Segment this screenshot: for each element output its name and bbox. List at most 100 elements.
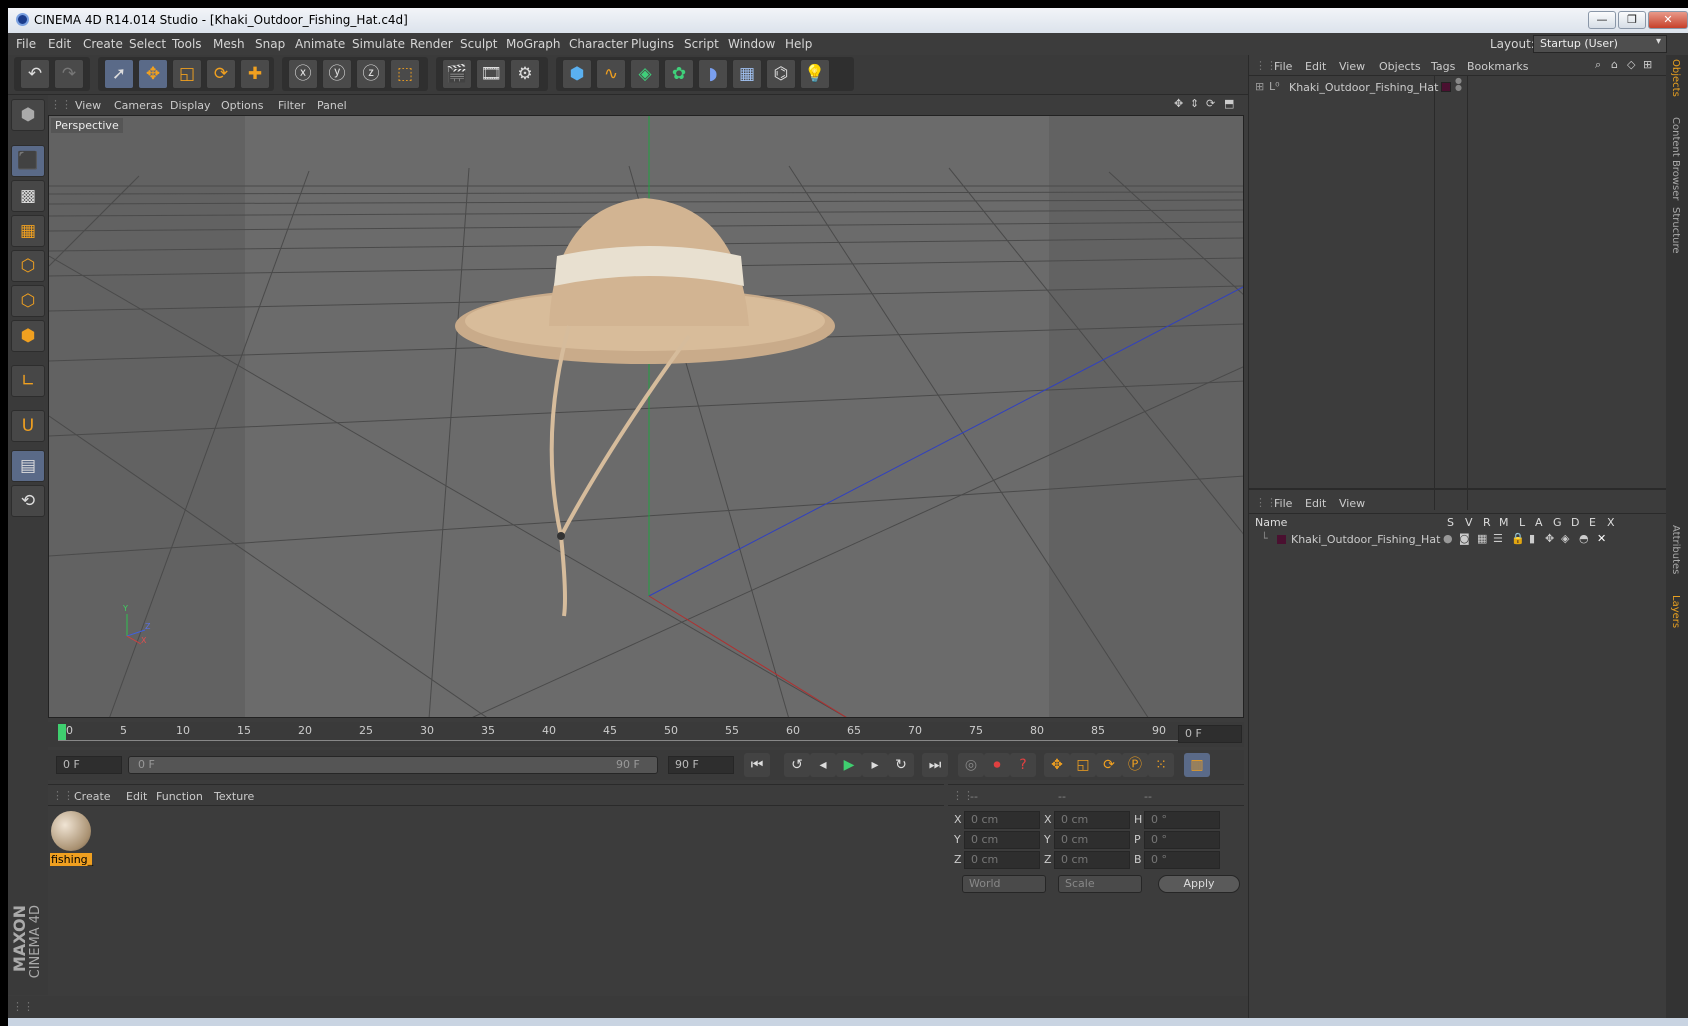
- tab-structure[interactable]: Structure: [1670, 207, 1681, 254]
- current-time-field[interactable]: 0 F: [56, 756, 122, 774]
- timeline-ruler[interactable]: 0 5 10 15 20 25 30 35 40 45 50 55 60 65 …: [48, 722, 1244, 747]
- snap-magnet-icon[interactable]: U: [11, 410, 45, 442]
- size-z-field[interactable]: 0 cm: [1054, 851, 1130, 869]
- generators-icon[interactable]: ✥: [1545, 532, 1554, 545]
- menu-help[interactable]: Help: [785, 37, 812, 51]
- material-menu-edit[interactable]: Edit: [126, 790, 147, 803]
- points-mode-icon[interactable]: ⬡: [11, 250, 45, 282]
- z-axis-lock-icon[interactable]: ⓩ: [356, 59, 386, 89]
- menu-tools[interactable]: Tools: [172, 37, 202, 51]
- minimize-button[interactable]: —: [1588, 11, 1616, 29]
- render-view-icon[interactable]: 🎬: [442, 59, 472, 89]
- animation-icon[interactable]: ▮: [1529, 532, 1535, 545]
- workplane-mode-icon[interactable]: ▦: [11, 215, 45, 247]
- model-mode-icon[interactable]: ⬛: [11, 145, 45, 177]
- edges-mode-icon[interactable]: ⬡: [11, 285, 45, 317]
- light-icon[interactable]: 💡: [800, 59, 830, 89]
- material-menu-create[interactable]: Create: [74, 790, 111, 803]
- layer-row[interactable]: └ Khaki_Outdoor_Fishing_Hat ● ◙ ▦ ☰ 🔒 ▮ …: [1253, 531, 1663, 549]
- add-icon[interactable]: ✚: [240, 59, 270, 89]
- tab-content-browser[interactable]: Content Browser: [1670, 117, 1681, 200]
- position-z-field[interactable]: 0 cm: [964, 851, 1040, 869]
- record-keys-disabled-icon[interactable]: ◎: [958, 753, 984, 777]
- layers-column-g[interactable]: G: [1553, 516, 1562, 529]
- apply-button[interactable]: Apply: [1158, 875, 1240, 893]
- timeline-window-icon[interactable]: ▥: [1184, 753, 1210, 777]
- viewport-menu-filter[interactable]: Filter: [278, 99, 305, 112]
- layers-column-m[interactable]: M: [1499, 516, 1509, 529]
- visible-editor-icon[interactable]: ◙: [1459, 532, 1470, 545]
- object-row[interactable]: ⊞ L⁰ Khaki_Outdoor_Fishing_Hat: [1253, 79, 1438, 97]
- rotation-h-field[interactable]: 0 °: [1144, 811, 1220, 829]
- layers-column-d[interactable]: D: [1571, 516, 1579, 529]
- texture-mode-icon[interactable]: ▩: [11, 180, 45, 212]
- objects-menu-file[interactable]: File: [1274, 60, 1292, 73]
- viewport-maximize-icon[interactable]: ⬒: [1224, 97, 1234, 110]
- layer-color-swatch[interactable]: [1441, 82, 1451, 92]
- menu-simulate[interactable]: Simulate: [352, 37, 405, 51]
- current-frame-field[interactable]: 0 F: [1178, 725, 1242, 743]
- play-icon[interactable]: ▶: [836, 753, 862, 777]
- objects-menu-objects[interactable]: Objects: [1379, 60, 1421, 73]
- home-icon[interactable]: ⌂: [1611, 58, 1618, 71]
- key-rotation-icon[interactable]: ⟳: [1096, 753, 1122, 777]
- rotate-icon[interactable]: ⟳: [206, 59, 236, 89]
- viewport-menu-display[interactable]: Display: [170, 99, 211, 112]
- scale-icon[interactable]: ◱: [172, 59, 202, 89]
- y-axis-lock-icon[interactable]: ⓨ: [322, 59, 352, 89]
- layers-menu-edit[interactable]: Edit: [1305, 497, 1326, 510]
- expressions-icon[interactable]: ◓: [1579, 532, 1589, 545]
- new-view-icon[interactable]: ⊞: [1643, 58, 1652, 71]
- tab-layers[interactable]: Layers: [1670, 595, 1681, 628]
- search-icon[interactable]: ⌕: [1595, 58, 1601, 72]
- previous-frame-icon[interactable]: ◂: [810, 753, 836, 777]
- viewport-rotate-icon[interactable]: ⟳: [1206, 97, 1215, 110]
- x-axis-lock-icon[interactable]: ⓧ: [288, 59, 318, 89]
- menu-select[interactable]: Select: [129, 37, 166, 51]
- polygons-mode-icon[interactable]: ⬢: [11, 320, 45, 352]
- position-x-field[interactable]: 0 cm: [964, 811, 1040, 829]
- deformer-icon[interactable]: ◗: [698, 59, 728, 89]
- layers-column-l[interactable]: L: [1519, 516, 1525, 529]
- tab-attributes[interactable]: Attributes: [1670, 525, 1681, 574]
- layers-column-v[interactable]: V: [1465, 516, 1473, 529]
- objects-menu-tags[interactable]: Tags: [1431, 60, 1455, 73]
- menu-animate[interactable]: Animate: [295, 37, 345, 51]
- menu-mograph[interactable]: MoGraph: [506, 37, 561, 51]
- close-button[interactable]: ✕: [1648, 11, 1688, 29]
- render-settings-icon[interactable]: ⚙: [510, 59, 540, 89]
- manager-icon[interactable]: ☰: [1493, 532, 1503, 545]
- locked-icon[interactable]: 🔒: [1511, 532, 1525, 545]
- select-arrow-icon[interactable]: ➚: [104, 59, 134, 89]
- key-pla-icon[interactable]: ⁙: [1148, 753, 1174, 777]
- rotation-b-field[interactable]: 0 °: [1144, 851, 1220, 869]
- tab-objects[interactable]: Objects: [1670, 59, 1681, 97]
- layers-menu-file[interactable]: File: [1274, 497, 1292, 510]
- planar-workplane-icon[interactable]: ⟲: [11, 485, 45, 517]
- coordinate-mode-select[interactable]: World: [962, 875, 1046, 893]
- viewport-menu-view[interactable]: View: [75, 99, 101, 112]
- go-to-start-icon[interactable]: ⏮: [744, 753, 770, 777]
- camera-icon[interactable]: ⌬: [766, 59, 796, 89]
- layer-color-swatch[interactable]: [1277, 535, 1286, 544]
- go-to-end-icon[interactable]: ⏭: [922, 753, 948, 777]
- menu-render[interactable]: Render: [410, 37, 453, 51]
- menu-edit[interactable]: Edit: [48, 37, 71, 51]
- menu-create[interactable]: Create: [83, 37, 123, 51]
- xref-icon[interactable]: ✕: [1597, 532, 1606, 545]
- next-frame-icon[interactable]: ▸: [862, 753, 888, 777]
- layout-select[interactable]: Startup (User): [1533, 35, 1667, 53]
- viewport-pan-icon[interactable]: ✥: [1174, 97, 1183, 110]
- autokey-icon[interactable]: ⏺: [984, 753, 1010, 777]
- layers-column-r[interactable]: R: [1483, 516, 1491, 529]
- layers-column-a[interactable]: A: [1535, 516, 1543, 529]
- maximize-button[interactable]: ❐: [1618, 11, 1646, 29]
- layers-column-e[interactable]: E: [1589, 516, 1596, 529]
- previous-key-icon[interactable]: ↺: [784, 753, 810, 777]
- viewport-menu-options[interactable]: Options: [221, 99, 263, 112]
- redo-icon[interactable]: ↷: [54, 59, 84, 89]
- render-picture-viewer-icon[interactable]: 🎞: [476, 59, 506, 89]
- floor-icon[interactable]: ▦: [732, 59, 762, 89]
- max-time-field[interactable]: 90 F: [668, 756, 734, 774]
- menu-window[interactable]: Window: [728, 37, 775, 51]
